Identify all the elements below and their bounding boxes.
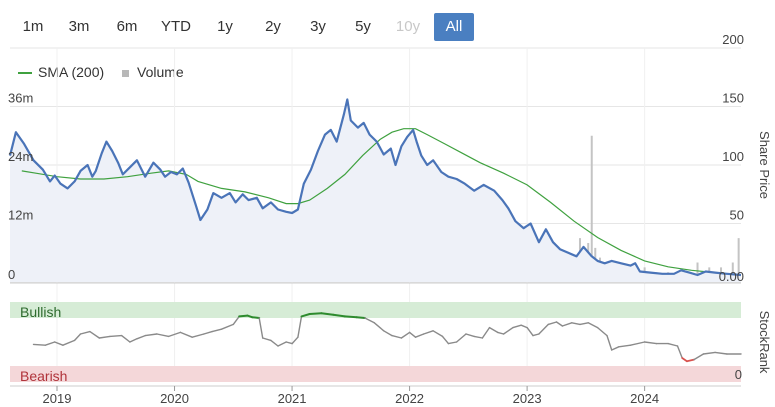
rank-segment-36 xyxy=(355,316,366,319)
volume-tick-label-2: 24m xyxy=(8,149,33,164)
rank-segment-35 xyxy=(343,315,358,319)
price-tick-label-0: 0.00 xyxy=(719,269,744,284)
rank-segment-56 xyxy=(520,324,528,329)
rank-segment-51 xyxy=(481,326,491,339)
rank-segment-58 xyxy=(532,333,540,337)
rank-segment-13 xyxy=(156,333,170,338)
bearish-band xyxy=(10,366,741,382)
rank-segment-65 xyxy=(587,322,599,329)
rank-segment-79 xyxy=(714,351,728,355)
rank-segment-3 xyxy=(62,339,76,346)
x-tick-label-0: 2019 xyxy=(43,391,72,406)
rank-segment-1 xyxy=(44,341,56,346)
rank-segment-37 xyxy=(364,317,375,324)
bearish-label: Bearish xyxy=(20,368,67,384)
rank-segment-61 xyxy=(555,321,564,327)
rank-segment-59 xyxy=(538,323,549,335)
rank-segment-70 xyxy=(629,341,646,346)
rank-segment-24 xyxy=(258,317,264,339)
volume-tick-label-1: 12m xyxy=(8,208,33,223)
rank-segment-48 xyxy=(455,333,467,343)
rank-segment-17 xyxy=(203,330,213,335)
stockrank-axis-title: StockRank xyxy=(757,311,772,374)
rank-segment-25 xyxy=(262,337,272,342)
rank-segment-28 xyxy=(285,341,293,345)
x-tick-label-4: 2023 xyxy=(513,391,542,406)
x-tick-label-5: 2024 xyxy=(630,391,659,406)
rank-segment-76 xyxy=(686,358,695,363)
rank-segment-27 xyxy=(277,341,287,347)
rank-segment-69 xyxy=(618,344,632,348)
rank-segment-54 xyxy=(502,326,514,335)
volume-tick-label-0: 0 xyxy=(8,267,15,282)
rank-segment-43 xyxy=(414,333,425,338)
rank-segment-18 xyxy=(211,328,223,333)
rank-segment-44 xyxy=(423,330,434,335)
bullish-band xyxy=(10,302,741,318)
rank-segment-23 xyxy=(251,316,261,319)
rank-segment-16 xyxy=(191,333,205,338)
rank-segment-9 xyxy=(120,334,131,343)
x-tick-label-1: 2020 xyxy=(160,391,189,406)
rank-segment-67 xyxy=(606,334,613,351)
rank-segment-71 xyxy=(643,341,658,345)
rank-segment-68 xyxy=(611,346,620,351)
rank-segment-39 xyxy=(383,330,393,337)
price-tick-label-1: 50 xyxy=(730,208,744,223)
rank-segment-47 xyxy=(447,341,458,345)
stock-chart: 0.00 50 100 150 200 0 12m 24m 36m Share Price Bull… xyxy=(8,32,772,406)
rank-segment-78 xyxy=(702,351,716,355)
rank-segment-55 xyxy=(512,324,522,329)
rank-segment-2 xyxy=(54,341,64,346)
rank-segment-49 xyxy=(465,333,475,338)
rank-segment-26 xyxy=(270,339,279,347)
rank-segment-38 xyxy=(373,322,385,332)
x-tick-label-3: 2022 xyxy=(395,391,424,406)
rank-segment-42 xyxy=(408,331,417,338)
price-tick-label-2: 100 xyxy=(722,149,744,164)
rank-segment-64 xyxy=(579,322,589,326)
rank-segment-52 xyxy=(488,326,499,334)
rank-segment-29 xyxy=(291,336,299,345)
rank-segment-50 xyxy=(473,335,484,339)
rank-segment-21 xyxy=(238,314,249,318)
rank-segment-60 xyxy=(547,321,558,326)
rank-segment-40 xyxy=(391,334,403,339)
bullish-label: Bullish xyxy=(20,304,61,320)
rank-segment-19 xyxy=(220,323,235,330)
rank-tick-label-0: 0 xyxy=(735,367,742,382)
rank-segment-5 xyxy=(79,330,91,335)
rank-segment-8 xyxy=(109,334,123,338)
rank-segment-73 xyxy=(667,342,679,347)
rank-segment-0 xyxy=(32,343,46,346)
rank-segment-15 xyxy=(179,331,193,338)
rank-segment-6 xyxy=(89,330,101,339)
rank-segment-57 xyxy=(526,326,534,337)
rank-segment-62 xyxy=(561,322,573,327)
rank-segment-74 xyxy=(676,345,683,359)
rank-segment-63 xyxy=(571,322,581,326)
rank-segment-32 xyxy=(308,312,323,315)
rank-segment-46 xyxy=(441,335,450,345)
price-tick-label-3: 150 xyxy=(722,91,744,106)
rank-segment-11 xyxy=(136,334,146,340)
rank-segment-77 xyxy=(693,353,705,361)
rank-segment-45 xyxy=(432,330,444,338)
rank-segment-12 xyxy=(144,333,158,337)
price-tick-label-4: 200 xyxy=(722,32,744,47)
price-axis-title: Share Price xyxy=(757,131,772,199)
rank-segment-4 xyxy=(73,333,82,342)
rank-segment-53 xyxy=(497,331,505,335)
rank-segment-41 xyxy=(400,331,411,339)
rank-segment-10 xyxy=(129,338,138,343)
x-tick-label-2: 2021 xyxy=(278,391,307,406)
volume-tick-label-3: 36m xyxy=(8,91,33,106)
rank-segment-66 xyxy=(596,326,608,337)
rank-segment-7 xyxy=(98,335,111,339)
rank-segment-30 xyxy=(297,315,303,338)
